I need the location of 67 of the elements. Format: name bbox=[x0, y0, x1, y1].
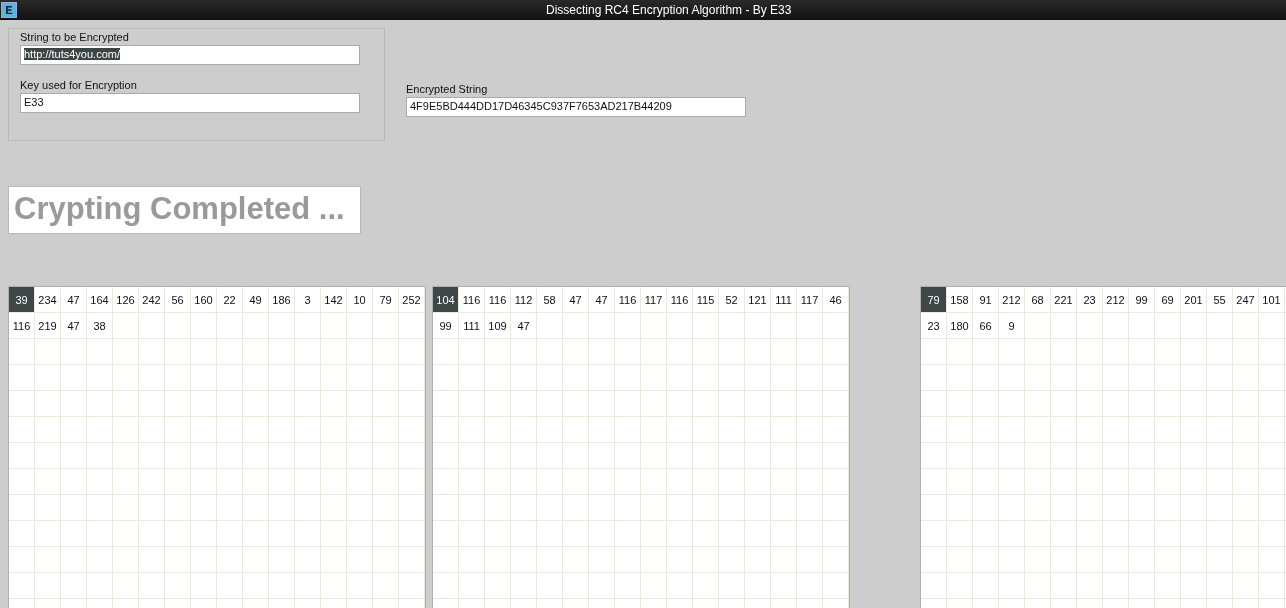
window-title: Dissecting RC4 Encryption Algorithm - By E33 bbox=[546, 3, 792, 17]
grid-cell[interactable]: 111 bbox=[771, 287, 796, 312]
grid-cell[interactable]: 160 bbox=[191, 287, 216, 312]
grid-cell[interactable]: 221 bbox=[1051, 287, 1076, 312]
grid-cell[interactable]: 142 bbox=[321, 287, 346, 312]
grid-cell[interactable]: 101 bbox=[1259, 287, 1284, 312]
grid-cell[interactable]: 212 bbox=[999, 287, 1024, 312]
grid-cell[interactable]: 126 bbox=[113, 287, 138, 312]
grid-cell[interactable]: 116 bbox=[485, 287, 510, 312]
grid-cell[interactable]: 47 bbox=[589, 287, 614, 312]
grid-cell[interactable]: 47 bbox=[61, 313, 86, 338]
grid-cell[interactable]: 99 bbox=[433, 313, 458, 338]
grid-cell[interactable]: 109 bbox=[485, 313, 510, 338]
grid-cell[interactable]: 117 bbox=[641, 287, 666, 312]
grid-cell[interactable]: 247 bbox=[1233, 287, 1258, 312]
grid-cell[interactable]: 180 bbox=[947, 313, 972, 338]
status-text: Crypting Completed ... bbox=[8, 186, 361, 234]
grid-cell[interactable]: 252 bbox=[399, 287, 424, 312]
grid-cell[interactable]: 39 bbox=[9, 287, 34, 312]
grid-cell[interactable]: 22 bbox=[217, 287, 242, 312]
grid-cell[interactable]: 23 bbox=[1077, 287, 1102, 312]
grid-cell[interactable]: 242 bbox=[139, 287, 164, 312]
grid-cell[interactable]: 201 bbox=[1181, 287, 1206, 312]
grid-cell[interactable]: 47 bbox=[563, 287, 588, 312]
grid-cell[interactable]: 212 bbox=[1103, 287, 1128, 312]
grid-cell[interactable]: 116 bbox=[615, 287, 640, 312]
grid-cell[interactable]: 117 bbox=[797, 287, 822, 312]
grid-cell[interactable]: 91 bbox=[973, 287, 998, 312]
grid-cell[interactable]: 186 bbox=[269, 287, 294, 312]
grid-cell[interactable]: 112 bbox=[511, 287, 536, 312]
app-icon bbox=[1, 2, 17, 18]
grid-cell[interactable]: 79 bbox=[921, 287, 946, 312]
grid-cell[interactable]: 158 bbox=[947, 287, 972, 312]
grid-cell[interactable]: 116 bbox=[9, 313, 34, 338]
grid-cell[interactable]: 23 bbox=[921, 313, 946, 338]
text-field[interactable]: E33 bbox=[20, 93, 360, 113]
grid-cell[interactable]: 49 bbox=[243, 287, 268, 312]
grid-cell[interactable]: 111 bbox=[459, 313, 484, 338]
grid-cell[interactable]: 46 bbox=[823, 287, 848, 312]
grid-cell[interactable]: 58 bbox=[537, 287, 562, 312]
grid-cell[interactable]: 68 bbox=[1025, 287, 1050, 312]
grid-cell[interactable]: 121 bbox=[745, 287, 770, 312]
grid-cell[interactable]: 56 bbox=[165, 287, 190, 312]
grid-cell[interactable]: 9 bbox=[999, 313, 1024, 338]
grid-cell[interactable]: 52 bbox=[719, 287, 744, 312]
grid-cell[interactable]: 66 bbox=[973, 313, 998, 338]
field-label: String to be Encrypted bbox=[20, 31, 130, 43]
grid-cell[interactable]: 115 bbox=[693, 287, 718, 312]
text-field[interactable]: 4F9E5BD444DD17D46345C937F7653AD217B44209 bbox=[406, 97, 746, 117]
grid-cell[interactable]: 219 bbox=[35, 313, 60, 338]
field-label: Key used for Encryption bbox=[20, 79, 138, 91]
grid-cell[interactable]: 164 bbox=[87, 287, 112, 312]
grid-cell[interactable]: 3 bbox=[295, 287, 320, 312]
grid-cell[interactable]: 234 bbox=[35, 287, 60, 312]
field-label: Encrypted String bbox=[406, 83, 489, 95]
grid-cell[interactable]: 10 bbox=[347, 287, 372, 312]
grid-cell[interactable]: 116 bbox=[459, 287, 484, 312]
grid-cell[interactable]: 116 bbox=[667, 287, 692, 312]
grid-cell[interactable]: 104 bbox=[433, 287, 458, 312]
text-field[interactable]: http://tuts4you.com/ bbox=[20, 45, 360, 65]
grid-cell[interactable]: 79 bbox=[373, 287, 398, 312]
grid-cell[interactable]: 55 bbox=[1207, 287, 1232, 312]
grid-cell[interactable]: 47 bbox=[511, 313, 536, 338]
grid-cell[interactable]: 38 bbox=[87, 313, 112, 338]
grid-cell[interactable]: 69 bbox=[1155, 287, 1180, 312]
grid-cell[interactable]: 99 bbox=[1129, 287, 1154, 312]
grid-cell[interactable]: 47 bbox=[61, 287, 86, 312]
